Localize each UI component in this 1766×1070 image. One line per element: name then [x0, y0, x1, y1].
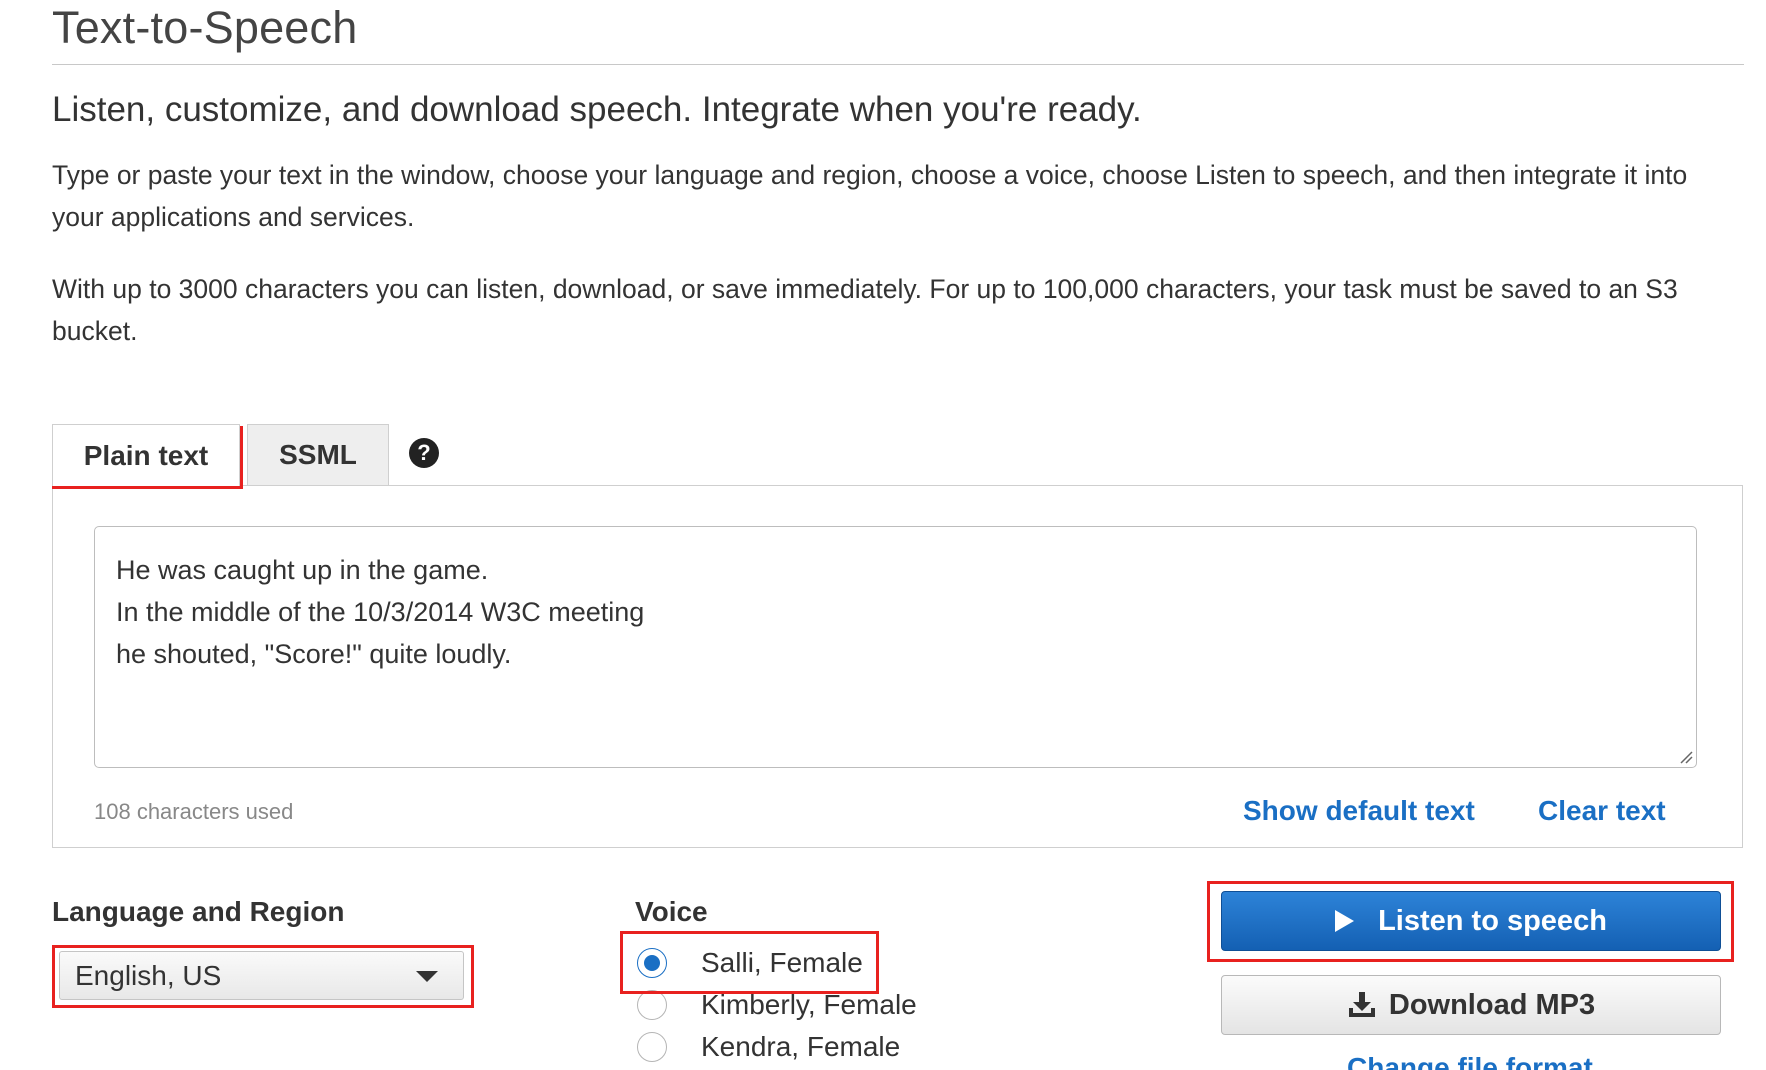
voice-option-salli[interactable]: Salli, Female	[637, 944, 863, 982]
resize-grip-icon[interactable]	[1679, 750, 1693, 764]
voice-option-kendra[interactable]: Kendra, Female	[637, 1028, 900, 1066]
download-icon	[1348, 992, 1375, 1017]
radio-unselected[interactable]	[637, 1032, 667, 1062]
page-title: Text-to-Speech	[52, 2, 358, 53]
listen-to-speech-button[interactable]: Listen to speech	[1221, 891, 1721, 951]
voice-option-label: Kendra, Female	[701, 1031, 901, 1062]
voice-option-label: Salli, Female	[701, 947, 863, 978]
download-button-label: Download MP3	[1388, 988, 1596, 1021]
language-region-label: Language and Region	[52, 896, 345, 927]
radio-selected[interactable]	[637, 948, 667, 978]
page-subtitle: Listen, customize, and download speech. …	[52, 90, 1142, 129]
language-region-select[interactable]: English, US	[59, 951, 464, 1000]
voice-option-kimberly[interactable]: Kimberly, Female	[637, 986, 917, 1024]
speech-text-input[interactable]	[94, 526, 1697, 768]
limits-paragraph: With up to 3000 characters you can liste…	[52, 274, 1678, 346]
tab-plain-text[interactable]: Plain text	[52, 424, 240, 486]
download-mp3-button[interactable]: Download MP3	[1221, 975, 1721, 1035]
voice-label: Voice	[635, 896, 708, 927]
caret-down-icon	[416, 971, 438, 982]
play-icon	[1335, 910, 1355, 932]
character-count: 108 characters used	[94, 799, 294, 824]
change-file-format-link[interactable]: Change file format	[1347, 1052, 1593, 1070]
show-default-text-link[interactable]: Show default text	[1243, 795, 1475, 827]
clear-text-link[interactable]: Clear text	[1538, 795, 1666, 827]
help-icon[interactable]: ?	[409, 438, 439, 468]
voice-option-label: Kimberly, Female	[701, 989, 917, 1020]
listen-button-label: Listen to speech	[1378, 904, 1607, 937]
language-selected-value: English, US	[75, 959, 222, 991]
tab-ssml[interactable]: SSML	[247, 424, 389, 486]
radio-unselected[interactable]	[637, 990, 667, 1020]
title-divider	[52, 64, 1744, 65]
intro-paragraph: Type or paste your text in the window, c…	[52, 160, 1688, 232]
